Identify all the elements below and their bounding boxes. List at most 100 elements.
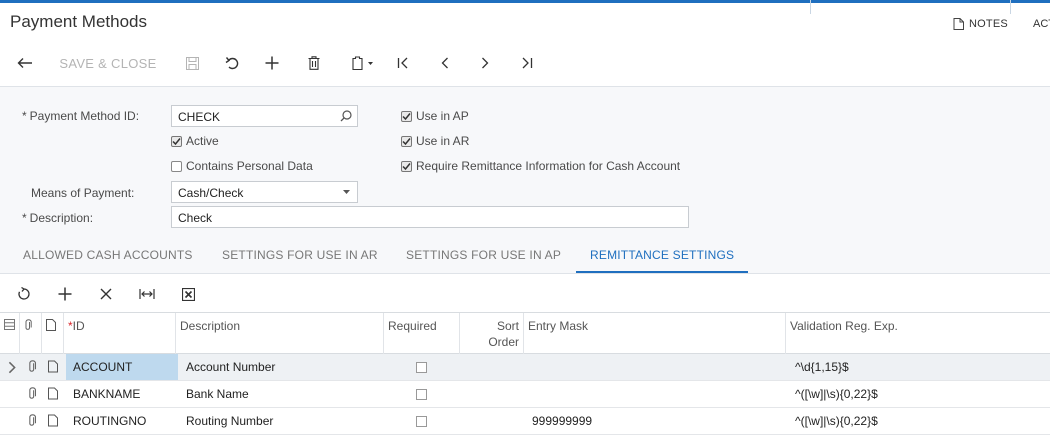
trash-icon xyxy=(308,56,320,70)
means-of-payment-label: Means of Payment: xyxy=(31,186,135,200)
row-entry-mask-cell[interactable]: 999999999 xyxy=(526,408,786,434)
means-of-payment-select[interactable]: Cash/Check xyxy=(171,181,358,203)
column-settings-icon xyxy=(4,319,15,330)
table-row[interactable]: ACCOUNT Account Number ^\d{1,15}$ xyxy=(0,354,1050,381)
first-page-icon xyxy=(397,57,408,69)
back-button[interactable] xyxy=(14,48,36,78)
page-header: Payment Methods NOTES ACTIONS xyxy=(0,0,1050,42)
checkbox-checked-icon xyxy=(401,160,412,172)
paperclip-icon[interactable] xyxy=(27,414,37,427)
paperclip-icon[interactable] xyxy=(27,387,37,400)
clipboard-icon xyxy=(352,56,373,70)
search-icon[interactable] xyxy=(340,110,352,122)
caret-down-icon xyxy=(343,190,350,194)
row-sort-order-cell[interactable] xyxy=(460,381,524,407)
note-icon xyxy=(953,18,964,30)
row-description-cell[interactable]: Bank Name xyxy=(180,381,384,407)
use-in-ap-label: Use in AP xyxy=(416,109,469,123)
refresh-button[interactable] xyxy=(14,280,34,308)
row-id-cell[interactable]: ACCOUNT xyxy=(66,354,178,380)
column-header-id[interactable]: *ID xyxy=(64,313,176,354)
last-page-icon xyxy=(522,57,533,69)
required-checkbox[interactable] xyxy=(416,416,427,427)
next-record-button[interactable] xyxy=(476,48,494,78)
notes-label: NOTES xyxy=(969,18,1008,30)
active-checkbox[interactable]: Active xyxy=(171,134,219,148)
column-header-required[interactable]: Required xyxy=(384,313,460,354)
previous-record-button[interactable] xyxy=(436,48,454,78)
undo-button[interactable] xyxy=(222,48,242,78)
paperclip-icon[interactable] xyxy=(27,360,37,373)
note-header xyxy=(42,313,64,354)
row-sort-order-cell[interactable] xyxy=(460,354,524,380)
note-icon[interactable] xyxy=(48,414,58,427)
add-button[interactable] xyxy=(262,48,282,78)
column-header-description[interactable]: Description xyxy=(176,313,384,354)
row-id-cell[interactable]: BANKNAME xyxy=(66,381,178,407)
first-record-button[interactable] xyxy=(394,48,412,78)
note-icon[interactable] xyxy=(48,360,58,373)
add-row-button[interactable] xyxy=(55,280,75,308)
page-title: Payment Methods xyxy=(10,12,148,31)
actions-menu[interactable]: ACTIONS xyxy=(1033,18,1050,30)
tab-allowed-cash-accounts[interactable]: ALLOWED CASH ACCOUNTS xyxy=(23,248,193,262)
row-sort-order-cell[interactable] xyxy=(460,408,524,434)
checkbox-checked-icon xyxy=(171,135,182,147)
column-settings-header[interactable] xyxy=(0,313,20,354)
column-header-entry-mask[interactable]: Entry Mask xyxy=(524,313,786,354)
contains-personal-data-checkbox[interactable]: Contains Personal Data xyxy=(171,159,313,173)
row-description-cell[interactable]: Account Number xyxy=(180,354,384,380)
save-close-button[interactable]: SAVE & CLOSE xyxy=(56,48,160,78)
use-in-ap-checkbox[interactable]: Use in AP xyxy=(401,109,469,123)
column-header-validation[interactable]: Validation Reg. Exp. xyxy=(786,313,1050,354)
tab-remittance-settings[interactable]: REMITTANCE SETTINGS xyxy=(590,248,734,262)
required-checkbox[interactable] xyxy=(416,362,427,373)
tab-settings-for-use-in-ar[interactable]: SETTINGS FOR USE IN AR xyxy=(222,248,378,262)
export-excel-button[interactable] xyxy=(178,280,198,308)
chevron-right-icon xyxy=(482,57,489,69)
tab-settings-for-use-in-ap[interactable]: SETTINGS FOR USE IN AP xyxy=(406,248,561,262)
remittance-settings-grid: *ID Description Required Sort Order Entr… xyxy=(0,312,1050,445)
row-validation-cell[interactable]: ^([\w]|\s){0,22}$ xyxy=(789,408,1050,434)
excel-icon xyxy=(181,287,195,301)
column-header-sort-order[interactable]: Sort Order xyxy=(460,313,524,354)
arrow-left-icon xyxy=(17,58,32,68)
checkbox-unchecked-icon xyxy=(171,160,182,172)
description-label: * Description: xyxy=(22,211,94,225)
row-validation-cell[interactable]: ^([\w]|\s){0,22}$ xyxy=(789,381,1050,407)
row-validation-cell[interactable]: ^\d{1,15}$ xyxy=(789,354,1050,380)
row-description-cell[interactable]: Routing Number xyxy=(180,408,384,434)
row-entry-mask-cell[interactable] xyxy=(526,354,786,380)
delete-row-button[interactable] xyxy=(96,280,116,308)
required-checkbox[interactable] xyxy=(416,389,427,400)
row-id-cell[interactable]: ROUTINGNO xyxy=(66,408,178,434)
payment-method-id-field[interactable]: CHECK xyxy=(171,105,358,127)
undo-icon xyxy=(225,56,238,69)
close-icon xyxy=(100,288,112,300)
fit-columns-button[interactable] xyxy=(137,280,157,308)
grid-header: *ID Description Required Sort Order Entr… xyxy=(0,312,1050,354)
note-icon xyxy=(46,319,56,331)
table-row[interactable]: ROUTINGNO Routing Number 999999999 ^([\w… xyxy=(0,408,1050,435)
note-icon[interactable] xyxy=(48,387,58,400)
notes-button[interactable]: NOTES xyxy=(953,18,1008,30)
tab-bar-divider xyxy=(0,273,1050,274)
save-button[interactable] xyxy=(182,48,202,78)
contains-personal-data-label: Contains Personal Data xyxy=(186,159,313,173)
last-record-button[interactable] xyxy=(518,48,536,78)
require-remittance-label: Require Remittance Information for Cash … xyxy=(416,159,681,173)
copy-paste-menu[interactable] xyxy=(346,48,380,78)
delete-button[interactable] xyxy=(304,48,324,78)
description-field[interactable]: Check xyxy=(171,206,689,228)
grid-toolbar xyxy=(0,280,1050,308)
checkbox-checked-icon xyxy=(401,135,412,147)
use-in-ar-checkbox[interactable]: Use in AR xyxy=(401,134,469,148)
payment-method-id-label: * Payment Method ID: xyxy=(22,109,140,123)
table-row[interactable]: BANKNAME Bank Name ^([\w]|\s){0,22}$ xyxy=(0,381,1050,408)
checkbox-checked-icon xyxy=(401,110,412,122)
chevron-right-icon xyxy=(8,361,16,374)
row-entry-mask-cell[interactable] xyxy=(526,381,786,407)
require-remittance-checkbox[interactable]: Require Remittance Information for Cash … xyxy=(401,159,680,173)
chevron-left-icon xyxy=(441,57,448,69)
main-toolbar: SAVE & CLOSE xyxy=(0,48,1050,78)
